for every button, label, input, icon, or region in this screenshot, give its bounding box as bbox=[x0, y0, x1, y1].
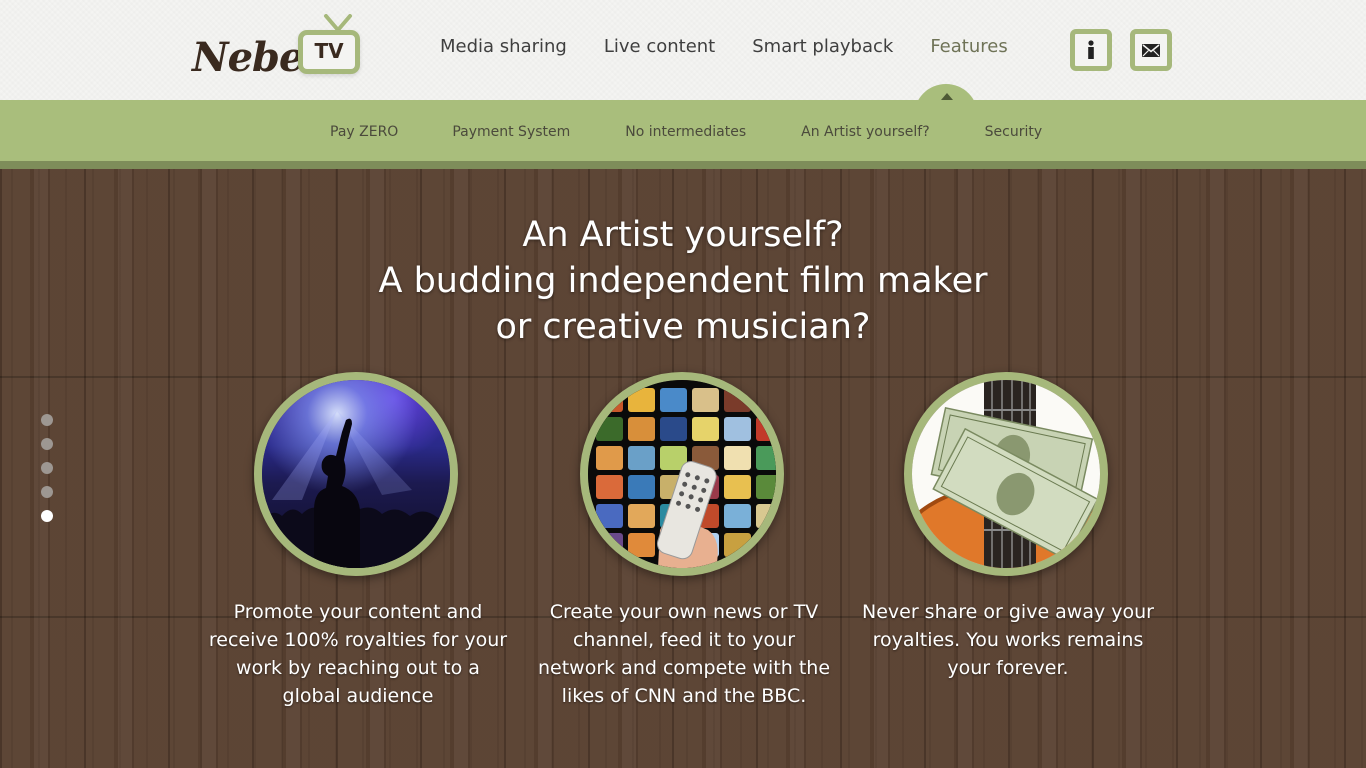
tv-logo-badge: TV bbox=[298, 30, 360, 74]
feature-description: Create your own news or TV channel, feed… bbox=[524, 598, 844, 710]
slide-dot-2[interactable] bbox=[41, 438, 53, 450]
feature-text-line: likes of CNN and the BBC. bbox=[561, 685, 807, 707]
nav-features[interactable]: Features bbox=[930, 36, 1007, 57]
headline-line: or creative musician? bbox=[495, 307, 871, 347]
tv-wall-remote-image bbox=[580, 372, 784, 576]
info-button[interactable] bbox=[1070, 29, 1112, 71]
guitar-money-image bbox=[904, 372, 1108, 576]
feature-description: Never share or give away your royalties.… bbox=[848, 598, 1168, 682]
slide-dot-1[interactable] bbox=[41, 414, 53, 426]
subnav-no-intermediates[interactable]: No intermediates bbox=[625, 124, 746, 140]
tv-logo-label: TV bbox=[314, 39, 344, 63]
main-nav: Media sharing Live content Smart playbac… bbox=[440, 36, 1045, 57]
concert-crowd-image bbox=[254, 372, 458, 576]
slide-dot-4[interactable] bbox=[41, 486, 53, 498]
feature-text-line: work by reaching out to a bbox=[236, 657, 480, 679]
mail-icon bbox=[1142, 43, 1160, 57]
subnav-pay-zero[interactable]: Pay ZERO bbox=[330, 124, 398, 140]
nav-smart-playback[interactable]: Smart playback bbox=[752, 36, 893, 57]
caret-up-icon bbox=[941, 93, 953, 100]
headline-line: A budding independent film maker bbox=[378, 261, 988, 301]
slide-dot-3[interactable] bbox=[41, 462, 53, 474]
feature-description: Promote your content and receive 100% ro… bbox=[198, 598, 518, 710]
info-icon bbox=[1088, 40, 1094, 59]
subnav-security[interactable]: Security bbox=[985, 124, 1043, 140]
feature-text-line: royalties. You works remains bbox=[872, 629, 1144, 651]
page-headline: An Artist yourself? A budding independen… bbox=[283, 212, 1083, 350]
feature-text-line: receive 100% royalties for your bbox=[208, 629, 508, 651]
tv-remote-icon bbox=[656, 461, 718, 568]
subnav-bottom-edge bbox=[0, 161, 1366, 169]
headline-line: An Artist yourself? bbox=[522, 215, 844, 255]
feature-text-line: channel, feed it to your bbox=[572, 629, 796, 651]
mail-button[interactable] bbox=[1130, 29, 1172, 71]
feature-text-line: your forever. bbox=[947, 657, 1069, 679]
subnav-artist-yourself[interactable]: An Artist yourself? bbox=[801, 124, 929, 140]
subnav-payment-system[interactable]: Payment System bbox=[452, 124, 570, 140]
feature-text-line: Promote your content and bbox=[233, 601, 483, 623]
feature-text-line: Create your own news or TV bbox=[549, 601, 819, 623]
nav-live-content[interactable]: Live content bbox=[604, 36, 715, 57]
nav-media-sharing[interactable]: Media sharing bbox=[440, 36, 567, 57]
feature-text-line: global audience bbox=[282, 685, 434, 707]
feature-subnav: Pay ZERO Payment System No intermediates… bbox=[330, 124, 1042, 140]
nebel-tv-logo[interactable]: Nebel. TV bbox=[190, 14, 370, 81]
slide-dot-5-active[interactable] bbox=[41, 510, 53, 522]
slide-pagination bbox=[41, 414, 53, 534]
feature-text-line: network and compete with the bbox=[537, 657, 831, 679]
feature-text-line: Never share or give away your bbox=[861, 601, 1154, 623]
